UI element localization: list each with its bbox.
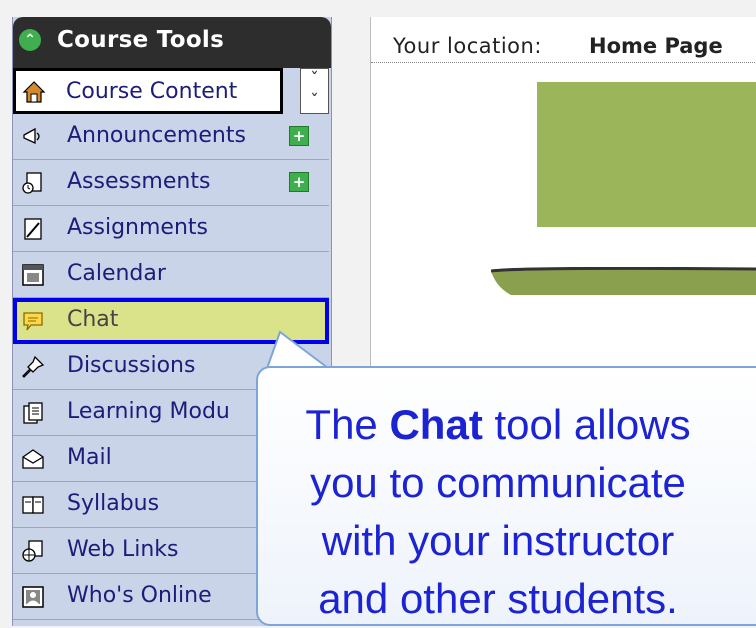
chat-bubble-icon (23, 312, 43, 331)
quiz-icon (22, 172, 42, 194)
sidebar-item-assessments[interactable]: Assessments + (13, 160, 329, 206)
sidebar-item-label: Who's Online (67, 583, 212, 608)
sidebar-item-label: Syllabus (67, 491, 160, 516)
sidebar-item-label: Learning Modu (67, 399, 230, 424)
sidebar-item-assignments[interactable]: Assignments (13, 206, 329, 252)
breadcrumb: Your location: Home Page (371, 17, 756, 63)
sidebar-header[interactable]: ⌃ Course Tools (13, 17, 331, 68)
sidebar-item-label: Announcements (67, 123, 246, 148)
new-item-icon: + (289, 126, 309, 146)
sidebar-item-label: Assessments (67, 169, 211, 194)
banner-block (537, 82, 756, 227)
sidebar-item-label: Mail (67, 445, 112, 470)
sidebar-item-label: Discussions (67, 353, 196, 378)
who-online-icon (22, 586, 44, 608)
megaphone-icon (23, 127, 40, 145)
mail-icon (22, 449, 44, 469)
syllabus-icon (22, 496, 44, 514)
collapse-icon[interactable]: ⌃ (19, 29, 41, 51)
location-label: Your location: (393, 34, 542, 58)
sidebar-item-label: Chat (67, 307, 119, 332)
sidebar-item-label: Web Links (67, 537, 179, 562)
sidebar-item-label: Course Content (66, 79, 238, 104)
sidebar-title: Course Tools (57, 27, 225, 53)
sidebar-item-calendar[interactable]: Calendar (13, 252, 329, 298)
sidebar-item-label: Calendar (67, 261, 166, 286)
sidebar-item-course-content[interactable]: Course Content (13, 68, 283, 114)
sidebar-item-label: Assignments (67, 215, 208, 240)
assignment-icon (24, 218, 42, 240)
new-item-icon: + (289, 172, 309, 192)
callout-text: The Chat tool allows you to communicate … (305, 401, 691, 622)
chat-tooltip-callout: The Chat tool allows you to communicate … (256, 366, 756, 626)
banner-shadow (491, 267, 756, 295)
sidebar-item-announcements[interactable]: Announcements + (13, 114, 329, 160)
web-links-icon (22, 540, 43, 562)
double-chevron-icon: ˇˇ (310, 69, 319, 112)
home-icon (22, 81, 46, 103)
calendar-icon (22, 264, 44, 286)
location-value[interactable]: Home Page (589, 34, 723, 58)
document-icon (23, 402, 43, 424)
pin-icon (22, 355, 45, 378)
course-content-expand-button[interactable]: ˇˇ (300, 68, 329, 114)
